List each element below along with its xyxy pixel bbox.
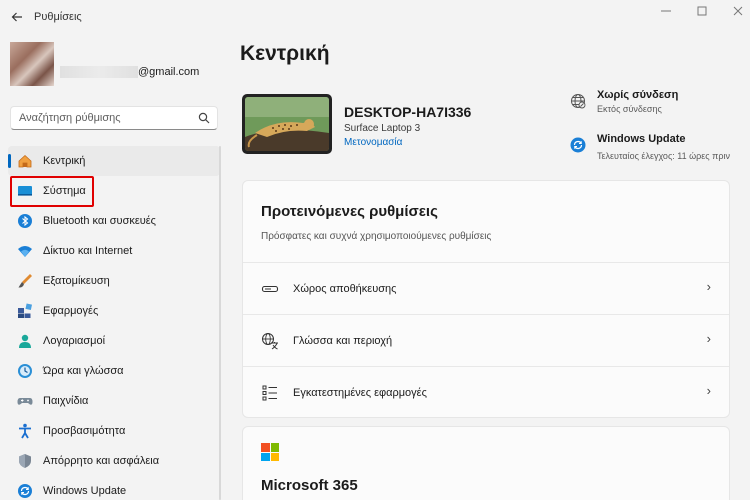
page-title: Κεντρική xyxy=(240,42,330,65)
storage-icon xyxy=(261,285,279,293)
minimize-button[interactable] xyxy=(656,4,676,18)
globe-offline-icon[interactable] xyxy=(570,93,586,109)
recommended-row-language[interactable]: Γλώσσα και περιοχή › xyxy=(243,314,729,366)
back-arrow-icon xyxy=(11,12,22,22)
accessibility-icon xyxy=(17,423,33,439)
sidebar-nav: Κεντρική Σύστημα Bluetooth και συσκευές … xyxy=(8,146,220,500)
recommended-subtitle: Πρόσφατες και συχνά χρησιμοποιούμενες ρυ… xyxy=(261,231,492,242)
sidebar-item-windows-update[interactable]: Windows Update xyxy=(8,476,220,500)
wifi-icon xyxy=(17,243,33,259)
windows-update-icon[interactable] xyxy=(570,137,586,153)
active-indicator xyxy=(8,154,11,168)
sidebar-item-home[interactable]: Κεντρική xyxy=(8,146,220,176)
system-icon xyxy=(17,183,33,199)
sidebar-item-label: Windows Update xyxy=(43,485,127,497)
sidebar-item-privacy[interactable]: Απόρρητο και ασφάλεια xyxy=(8,446,220,476)
sidebar-item-label: Bluetooth και συσκευές xyxy=(43,215,156,227)
sidebar-item-personalization[interactable]: Εξατομίκευση xyxy=(8,266,220,296)
title-bar: Ρυθμίσεις xyxy=(0,0,750,32)
sidebar-item-accounts[interactable]: Λογαριασμοί xyxy=(8,326,220,356)
sidebar-item-label: Κεντρική xyxy=(43,155,86,167)
recommended-row-storage[interactable]: Χώρος αποθήκευσης › xyxy=(243,262,729,314)
sidebar-item-time-language[interactable]: Ώρα και γλώσσα xyxy=(8,356,220,386)
row-label: Γλώσσα και περιοχή xyxy=(293,335,393,347)
sidebar-item-bluetooth[interactable]: Bluetooth και συσκευές xyxy=(8,206,220,236)
bluetooth-icon xyxy=(17,213,33,229)
m365-title: Microsoft 365 xyxy=(261,477,358,494)
microsoft-logo-icon xyxy=(261,443,279,461)
network-status-title[interactable]: Χωρίς σύνδεση xyxy=(597,89,678,101)
rename-link[interactable]: Μετονομασία xyxy=(344,137,402,148)
device-name: DESKTOP-HA7I336 xyxy=(344,104,472,120)
sidebar-item-gaming[interactable]: Παιχνίδια xyxy=(8,386,220,416)
sidebar-item-label: Απόρρητο και ασφάλεια xyxy=(43,455,160,467)
sidebar-item-label: Λογαριασμοί xyxy=(43,335,106,347)
chevron-right-icon: › xyxy=(706,383,711,398)
sidebar-item-accessibility[interactable]: Προσβασιμότητα xyxy=(8,416,220,446)
sidebar-item-network[interactable]: Δίκτυο και Internet xyxy=(8,236,220,266)
chevron-right-icon: › xyxy=(706,331,711,346)
clock-icon xyxy=(17,363,33,379)
sidebar-item-label: Σύστημα xyxy=(43,185,86,197)
sidebar-item-label: Δίκτυο και Internet xyxy=(43,245,133,257)
close-button[interactable] xyxy=(728,4,748,18)
recommended-settings-card: Προτεινόμενες ρυθμίσεις Πρόσφατες και συ… xyxy=(242,180,730,418)
language-icon xyxy=(262,333,278,350)
window-title: Ρυθμίσεις xyxy=(34,11,82,23)
row-label: Εγκατεστημένες εφαρμογές xyxy=(293,387,427,399)
gamepad-icon xyxy=(17,393,33,409)
brush-icon xyxy=(17,273,33,289)
maximize-button[interactable] xyxy=(692,4,712,18)
close-icon xyxy=(733,6,743,16)
search-box[interactable]: Αναζήτηση ρύθμισης xyxy=(10,106,218,130)
person-icon xyxy=(17,333,33,349)
recommended-title: Προτεινόμενες ρυθμίσεις xyxy=(261,203,438,220)
row-label: Χώρος αποθήκευσης xyxy=(293,283,397,295)
avatar[interactable] xyxy=(10,42,54,86)
device-image xyxy=(242,94,332,154)
update-status-title[interactable]: Windows Update xyxy=(597,133,686,145)
minimize-icon xyxy=(661,10,671,12)
apps-icon xyxy=(17,303,33,319)
device-model: Surface Laptop 3 xyxy=(344,123,421,134)
update-status-subtitle: Τελευταίος έλεγχος: 11 ώρες πριν xyxy=(597,151,730,161)
chevron-right-icon: › xyxy=(706,279,711,294)
search-input[interactable]: Αναζήτηση ρύθμισης xyxy=(19,112,121,124)
email-redacted xyxy=(60,66,138,78)
sidebar-scrollbar[interactable] xyxy=(219,146,221,500)
maximize-icon xyxy=(697,6,707,16)
sidebar-item-apps[interactable]: Εφαρμογές xyxy=(8,296,220,326)
sidebar-item-label: Προσβασιμότητα xyxy=(43,425,126,437)
sidebar-item-label: Εφαρμογές xyxy=(43,305,99,317)
home-icon xyxy=(17,153,33,169)
search-icon[interactable] xyxy=(198,112,210,124)
shield-icon xyxy=(17,453,33,469)
sidebar-item-label: Ώρα και γλώσσα xyxy=(43,365,124,377)
account-email: @gmail.com xyxy=(138,66,200,78)
sidebar-item-label: Εξατομίκευση xyxy=(43,275,110,287)
back-button[interactable] xyxy=(8,8,26,26)
recommended-row-installed-apps[interactable]: Εγκατεστημένες εφαρμογές › xyxy=(243,366,729,418)
update-icon xyxy=(17,483,33,499)
wallpaper-leopard-image xyxy=(245,97,329,151)
microsoft-365-card: Microsoft 365 xyxy=(242,426,730,500)
network-status-subtitle: Εκτός σύνδεσης xyxy=(597,104,662,114)
sidebar-item-system[interactable]: Σύστημα xyxy=(8,176,220,206)
sidebar-item-label: Παιχνίδια xyxy=(43,395,89,407)
installed-apps-icon xyxy=(262,385,277,401)
